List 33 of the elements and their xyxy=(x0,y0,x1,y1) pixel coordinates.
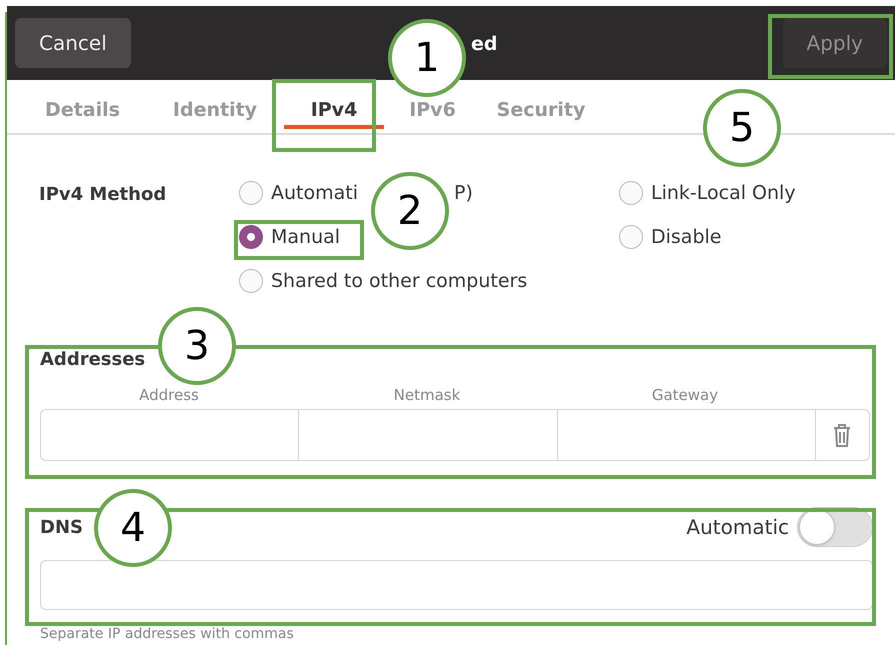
tab[interactable]: IPv4 xyxy=(284,95,384,129)
radio-label[interactable]: Disable xyxy=(651,222,722,252)
callout-number: 4 xyxy=(94,489,172,567)
trash-icon xyxy=(832,422,852,448)
dns-heading: DNS xyxy=(40,516,83,540)
column-heading: Netmask xyxy=(394,386,460,404)
callout-number: 2 xyxy=(371,172,449,250)
cancel-button[interactable]: Cancel xyxy=(15,18,131,68)
radio-button[interactable] xyxy=(619,225,643,249)
address-field[interactable] xyxy=(40,409,298,461)
gateway-field[interactable] xyxy=(556,409,815,461)
radio-button[interactable] xyxy=(239,181,263,205)
radio-label[interactable]: P) xyxy=(454,178,473,208)
netmask-field[interactable] xyxy=(298,409,557,461)
radio-label[interactable]: Automati xyxy=(271,178,358,208)
radio-label[interactable]: Link-Local Only xyxy=(651,178,796,208)
column-heading: Gateway xyxy=(652,386,718,404)
column-heading: Address xyxy=(139,386,199,404)
radio-button[interactable] xyxy=(239,269,263,293)
window-title: ed xyxy=(471,32,498,57)
apply-button[interactable]: Apply xyxy=(782,18,887,68)
method-label: IPv4 Method xyxy=(39,183,168,207)
radio-button[interactable] xyxy=(619,181,643,205)
addresses-heading: Addresses xyxy=(40,349,146,370)
radio-label[interactable]: Manual xyxy=(271,222,340,252)
callout-number: 3 xyxy=(158,307,236,385)
dns-field[interactable] xyxy=(40,560,873,610)
callout-number: 5 xyxy=(703,89,781,167)
automatic-label: Automatic xyxy=(686,514,789,541)
delete-button[interactable] xyxy=(814,409,870,461)
dns-hint: Separate IP addresses with commas xyxy=(40,626,295,642)
radio-label[interactable]: Shared to other computers xyxy=(271,266,528,296)
radio-button[interactable] xyxy=(239,225,263,249)
